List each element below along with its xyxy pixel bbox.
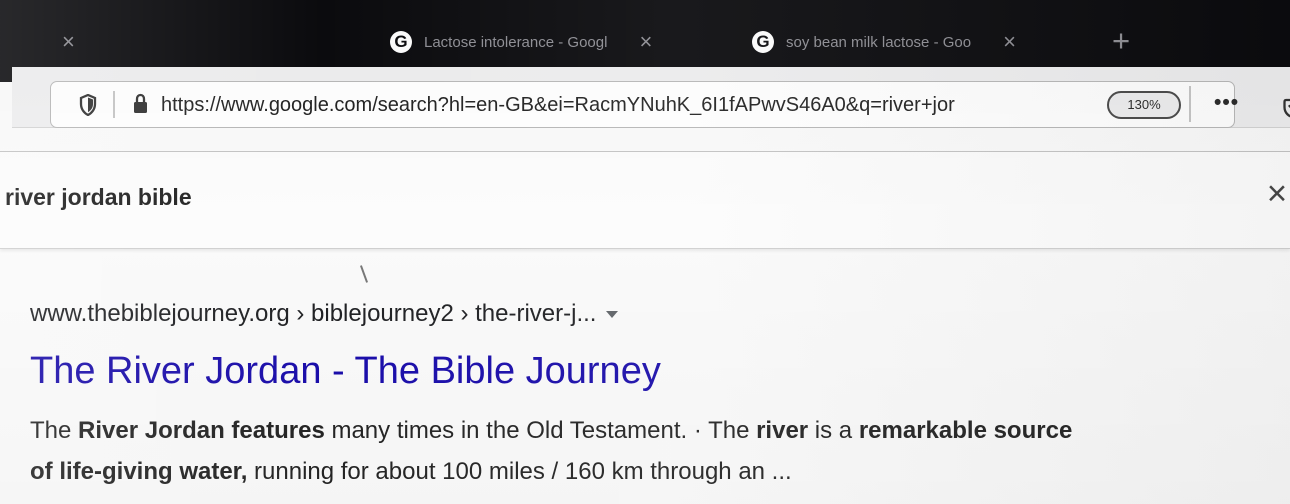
snippet-bold-text: of life-giving water,	[30, 458, 248, 485]
google-favicon-icon: G	[390, 31, 412, 53]
tab-first[interactable]: ×	[30, 18, 370, 66]
snippet-text: running for about 100 miles / 160 km thr…	[247, 458, 792, 485]
zoom-level-button[interactable]: 130%	[1107, 91, 1181, 119]
caret-down-icon[interactable]	[606, 311, 619, 319]
pocket-icon[interactable]	[1283, 97, 1290, 119]
address-url[interactable]: https://www.google.com/search?hl=en-GB&e…	[161, 91, 1051, 119]
address-separator	[113, 91, 115, 118]
snippet-line-1: The River Jordan features many times in …	[30, 410, 1285, 451]
address-bar[interactable]: https://www.google.com/search?hl=en-GB&e…	[50, 81, 1290, 128]
plus-icon[interactable]: +	[1112, 25, 1130, 56]
tab-title: soy bean milk lactose - Goo	[786, 33, 972, 51]
snippet-bold-text: river	[756, 417, 809, 444]
browser-window: × G Lactose intolerance - Googl × G soy …	[0, 0, 1290, 504]
snippet-bold-text: River Jordan	[78, 417, 225, 444]
close-icon[interactable]: ×	[1263, 177, 1290, 211]
tab-lactose-intolerance[interactable]: G Lactose intolerance - Googl ×	[390, 18, 720, 66]
more-icon[interactable]: •••	[1214, 91, 1239, 115]
snippet-text: The	[30, 417, 79, 444]
tab-title: Lactose intolerance - Googl	[424, 33, 608, 51]
snippet-text: many times in the Old Testament. · The	[324, 417, 757, 444]
result-snippet: The River Jordan features many times in …	[30, 410, 1285, 492]
google-favicon-icon: G	[752, 31, 774, 53]
navigation-toolbar: https://www.google.com/search?hl=en-GB&e…	[12, 67, 1290, 128]
snippet-text: is a	[808, 417, 859, 444]
result-title-link[interactable]: The River Jordan - The Bible Journey	[30, 349, 1130, 393]
snippet-bold-text: features	[231, 417, 325, 444]
snippet-line-2: of life-giving water, running for about …	[30, 451, 1285, 492]
snippet-bold-text: remarkable source	[858, 417, 1073, 444]
close-icon[interactable]: ×	[62, 29, 75, 55]
google-search-bar: ×	[0, 151, 1290, 249]
shield-icon[interactable]	[79, 94, 97, 116]
search-input[interactable]	[5, 179, 1005, 215]
result-domain: www.thebiblejourney.org	[30, 300, 290, 327]
toolbar-separator	[1189, 86, 1191, 122]
close-icon[interactable]: ×	[639, 29, 652, 55]
screen-mark	[359, 265, 369, 283]
result-breadcrumb[interactable]: www.thebiblejourney.org › biblejourney2 …	[30, 299, 619, 329]
close-icon[interactable]: ×	[1003, 29, 1016, 55]
tab-soy-bean-milk-lactose[interactable]: G soy bean milk lactose - Goo ×	[752, 18, 1112, 66]
result-path: › biblejourney2 › the-river-j...	[289, 300, 597, 327]
lock-icon[interactable]	[132, 93, 149, 115]
search-result: www.thebiblejourney.org › biblejourney2 …	[30, 299, 1280, 489]
